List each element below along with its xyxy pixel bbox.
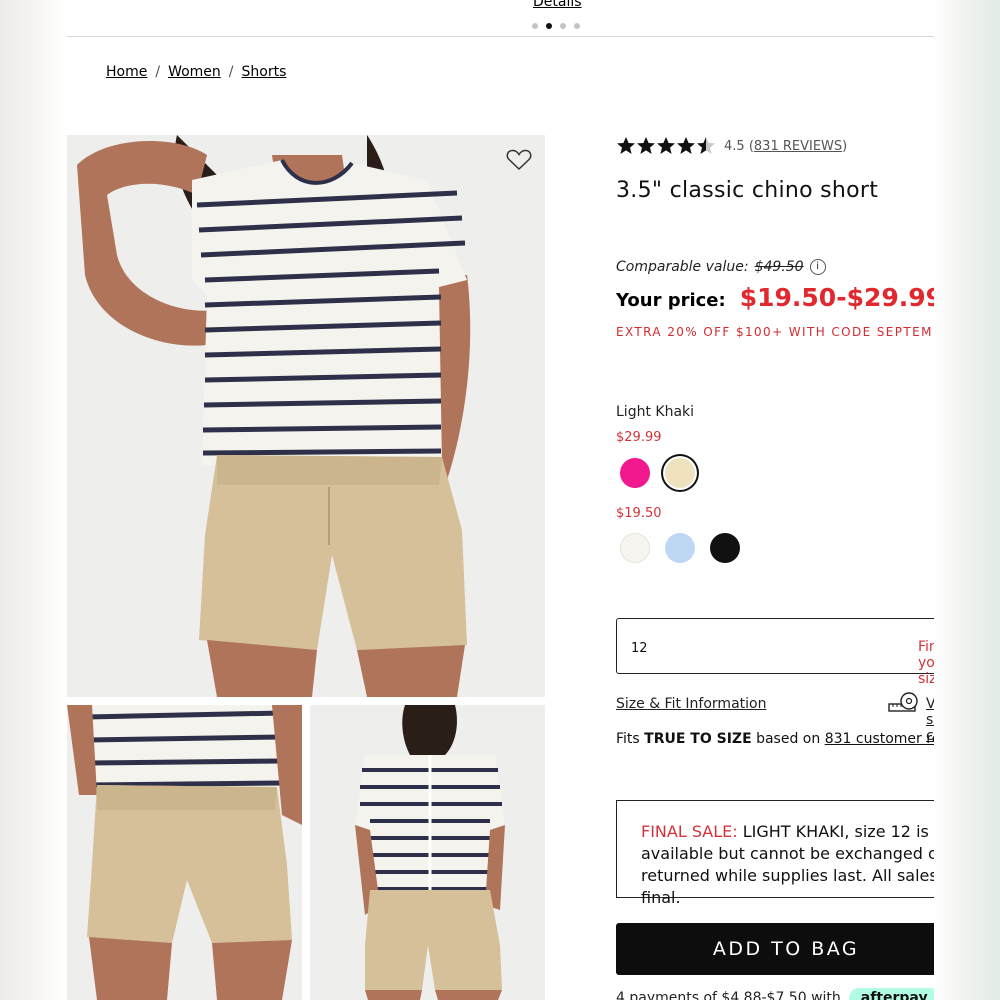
fit-summary: Fits TRUE TO SIZE based on 831 customer … (616, 731, 934, 747)
product-page: Details Home / Women / Shorts 4.5 (831 … (67, 0, 934, 1000)
comparable-value: Comparable value: $49.50 i (616, 259, 826, 275)
product-image-front-detail[interactable] (67, 705, 302, 1000)
info-icon[interactable]: i (809, 259, 826, 275)
add-to-bag-button[interactable]: ADD TO BAG (616, 923, 934, 975)
your-price-label: Your price: (616, 290, 726, 311)
afterpay-logo[interactable]: afterpay (848, 988, 934, 1000)
comparable-label: Comparable value: (616, 259, 749, 275)
fits-prefix: Fits (616, 731, 640, 747)
afterpay-text: 4 payments of $4.88-$7.50 with (616, 990, 841, 1000)
size-value: 12 (631, 641, 648, 656)
carousel-dots (532, 23, 580, 29)
product-rating: 4.5 (831 REVIEWS) (616, 136, 847, 156)
wishlist-heart-icon[interactable] (506, 148, 532, 172)
swatch-group-price: $19.50 (616, 506, 662, 521)
breadcrumb-shorts[interactable]: Shorts (242, 64, 287, 80)
reviews-paren: ( (744, 138, 754, 154)
swatch-pink[interactable] (620, 458, 650, 488)
afterpay-message: 4 payments of $4.88-$7.50 with afterpay (616, 988, 934, 1000)
carousel-dot[interactable] (532, 23, 538, 29)
fits-emphasis: TRUE TO SIZE (644, 731, 752, 747)
reviews-paren: ) (842, 138, 848, 154)
product-title: 3.5" classic chino short (616, 178, 879, 203)
star-rating-icon (617, 137, 715, 154)
rating-value: 4.5 (724, 138, 745, 154)
breadcrumb-women[interactable]: Women (168, 64, 221, 80)
comparable-price: $49.50 (754, 259, 804, 275)
swatch-light-khaki[interactable] (665, 458, 695, 488)
final-sale-text: FINAL SALE: LIGHT KHAKI, size 12 is avai… (641, 821, 934, 909)
breadcrumb-separator: / (155, 64, 161, 80)
final-sale-notice: FINAL SALE: LIGHT KHAKI, size 12 is avai… (616, 800, 934, 907)
measuring-tape-icon[interactable] (887, 692, 919, 714)
size-select[interactable]: 12 Find your size (616, 618, 934, 687)
carousel-dot[interactable] (560, 23, 566, 29)
swatch-white[interactable] (620, 533, 650, 563)
product-image-back[interactable] (310, 705, 545, 1000)
carousel-dot-active[interactable] (546, 23, 552, 29)
product-info-panel: 4.5 (831 REVIEWS) 3.5" classic chino sho… (616, 0, 934, 1000)
your-price-value: $19.50-$29.99 (739, 283, 934, 312)
swatch-light-blue[interactable] (665, 533, 695, 563)
carousel-dot[interactable] (574, 23, 580, 29)
swatch-black[interactable] (710, 533, 740, 563)
find-your-size-link[interactable]: Find your size (918, 639, 934, 687)
reviews-link[interactable]: 831 REVIEWS (754, 139, 842, 154)
customer-reviews-link[interactable]: 831 customer reviews (825, 731, 934, 747)
promo-message: EXTRA 20% OFF $100+ WITH CODE SEPTEMBER (616, 325, 934, 339)
selected-color-name: Light Khaki (616, 404, 695, 420)
rating-stars (616, 136, 716, 156)
breadcrumb-home[interactable]: Home (106, 64, 147, 80)
size-fit-info-link[interactable]: Size & Fit Information (616, 696, 766, 712)
your-price: Your price: $19.50-$29.99 (616, 283, 934, 312)
details-link[interactable]: Details (533, 0, 582, 10)
breadcrumb: Home / Women / Shorts (106, 64, 286, 80)
add-to-bag-label: ADD TO BAG (712, 938, 860, 960)
product-image-main[interactable] (67, 135, 545, 697)
fits-middle: based on (756, 731, 821, 747)
breadcrumb-separator: / (228, 64, 234, 80)
swatch-group-price: $29.99 (616, 430, 662, 445)
final-sale-label: FINAL SALE: (641, 822, 738, 841)
